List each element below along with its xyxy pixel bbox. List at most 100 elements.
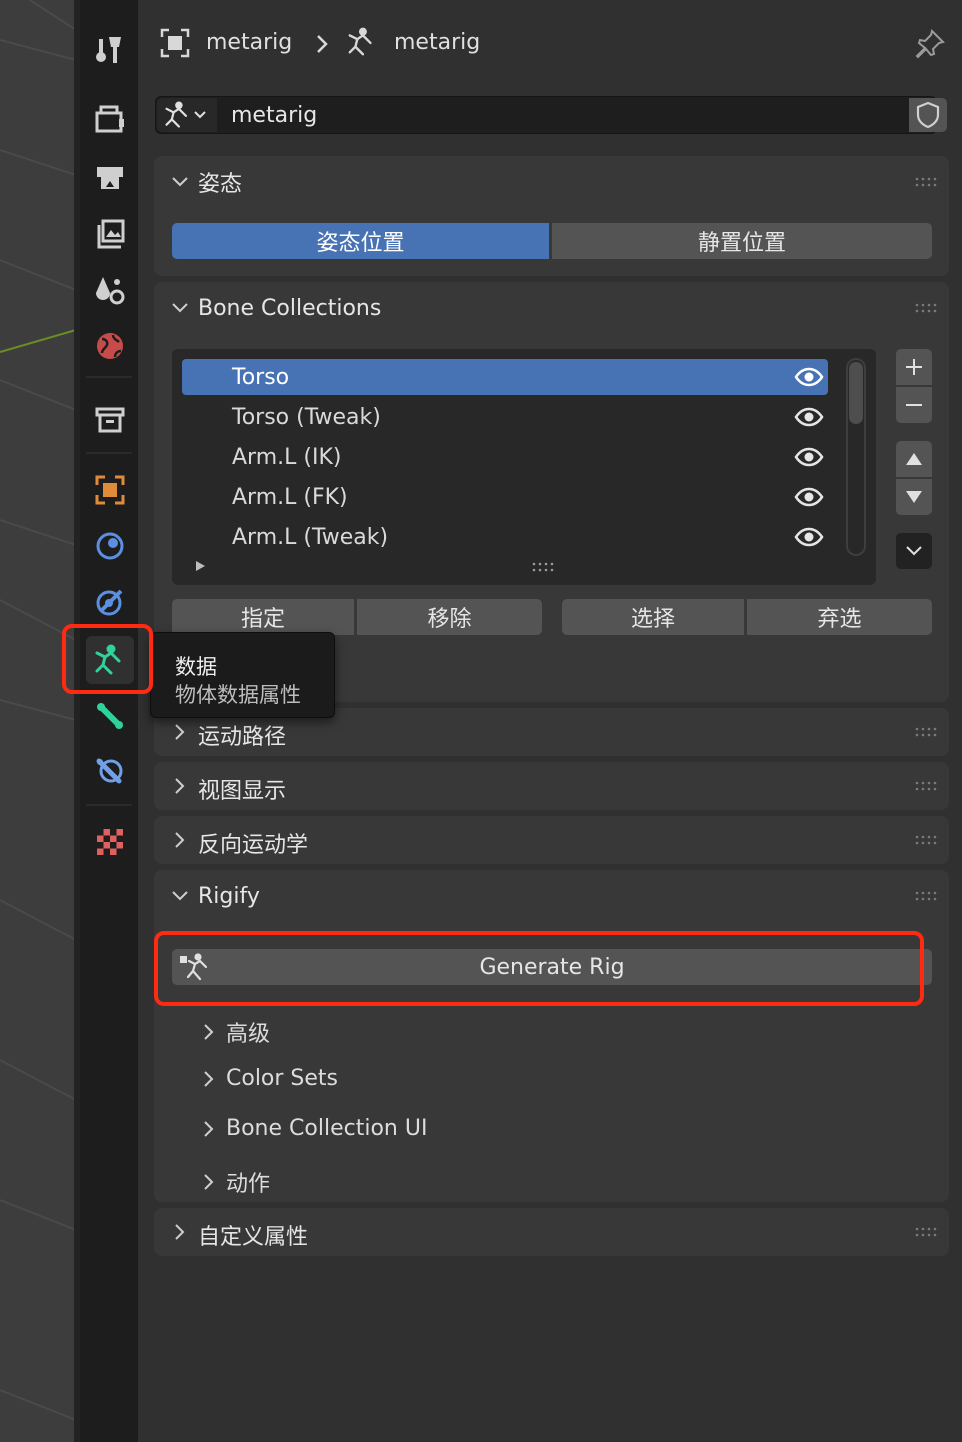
viewport-display-panel[interactable]: 视图显示: [154, 762, 949, 810]
drag-grip-icon[interactable]: [915, 834, 937, 846]
tab-world[interactable]: [86, 322, 134, 370]
rigify-color-sets-subpanel[interactable]: Color Sets: [200, 1066, 338, 1091]
tab-tooltip: 数据 物体数据属性: [150, 632, 335, 718]
tab-constraints[interactable]: [86, 578, 134, 626]
eye-visibility-icon[interactable]: [794, 525, 824, 549]
chevron-down-icon: [906, 546, 922, 556]
scene-icon: [96, 277, 125, 305]
armature-breadcrumb-icon: [348, 27, 372, 56]
pose-position-button[interactable]: 姿态位置: [172, 223, 549, 259]
assign-button[interactable]: 指定: [172, 599, 354, 635]
list-item[interactable]: Arm.L (Tweak): [182, 519, 828, 555]
object-square-icon: [95, 475, 125, 505]
chevron-right-icon: [204, 1024, 214, 1040]
list-scrollbar-thumb[interactable]: [849, 362, 863, 424]
add-bone-collection-button[interactable]: [896, 349, 932, 385]
tab-object-data[interactable]: [86, 636, 134, 684]
datablock-name-field[interactable]: [219, 98, 907, 132]
chevron-right-icon: [204, 1174, 214, 1190]
eye-visibility-icon[interactable]: [794, 445, 824, 469]
minus-icon: [906, 404, 922, 406]
bone-collection-name: Arm.L (FK): [232, 484, 348, 510]
eye-visibility-icon[interactable]: [794, 365, 824, 389]
tool-wrench-icon: [96, 37, 121, 63]
rigify-actions-subpanel[interactable]: 动作: [200, 1166, 270, 1198]
list-item[interactable]: Torso: [182, 359, 828, 395]
drag-grip-icon[interactable]: [915, 726, 937, 738]
tab-object[interactable]: [86, 466, 134, 514]
viewport-grid: [0, 0, 76, 1421]
drag-grip-icon[interactable]: [915, 780, 937, 792]
custom-properties-panel[interactable]: 自定义属性: [154, 1208, 949, 1256]
rigify-panel: Rigify: [154, 870, 949, 1202]
view-layer-images-icon: [97, 219, 125, 249]
tab-view-layer[interactable]: [86, 210, 134, 258]
tab-separator: [86, 804, 132, 806]
motion-paths-title: 运动路径: [198, 725, 287, 750]
fake-user-button[interactable]: [909, 98, 947, 132]
tab-bone-constraints[interactable]: [86, 748, 134, 796]
chevron-right-icon: [175, 778, 185, 794]
generate-rig-button[interactable]: Generate Rig: [172, 949, 932, 985]
move-up-button[interactable]: [896, 441, 932, 477]
tab-texture[interactable]: [86, 818, 134, 866]
pose-panel-header[interactable]: 姿态: [154, 156, 949, 208]
bone-collections-header[interactable]: Bone Collections: [154, 282, 949, 334]
bone-collection-name: Torso (Tweak): [232, 404, 381, 430]
move-down-button[interactable]: [896, 479, 932, 515]
tab-physics[interactable]: [86, 522, 134, 570]
bone-collection-name: Torso: [232, 364, 290, 390]
tab-tool[interactable]: [86, 26, 134, 74]
generate-armature-icon: [180, 953, 208, 981]
datablock-browse-button[interactable]: [157, 98, 217, 132]
tab-render[interactable]: [86, 96, 134, 144]
chevron-right-icon: [204, 1120, 214, 1137]
list-item[interactable]: Torso (Tweak): [182, 399, 828, 435]
list-resize-grip-icon[interactable]: [532, 561, 554, 573]
tab-scene[interactable]: [86, 266, 134, 314]
pin-icon[interactable]: [914, 28, 946, 60]
rigify-advanced-subpanel[interactable]: 高级: [200, 1016, 270, 1048]
drag-grip-icon[interactable]: [915, 890, 937, 902]
chevron-down-icon: [172, 303, 188, 313]
output-printer-icon: [97, 167, 123, 189]
specials-menu-button[interactable]: [896, 533, 932, 569]
world-globe-icon: [97, 333, 123, 359]
rigify-panel-header[interactable]: Rigify: [154, 870, 949, 922]
inverse-kinematics-panel[interactable]: 反向运动学: [154, 816, 949, 864]
drag-grip-icon[interactable]: [915, 1226, 937, 1238]
drag-grip-icon[interactable]: [915, 302, 937, 314]
tab-output[interactable]: [86, 154, 134, 202]
chevron-right-icon: [175, 1224, 185, 1240]
constraints-icon: [96, 589, 123, 616]
breadcrumb-chevron-icon: [317, 35, 328, 53]
chevron-down-icon: [172, 177, 188, 187]
texture-checker-icon: [97, 829, 123, 855]
deselect-button[interactable]: 弃选: [747, 599, 932, 635]
list-item[interactable]: Arm.L (FK): [182, 479, 828, 515]
inverse-kinematics-title: 反向运动学: [198, 833, 309, 858]
chevron-down-icon: [194, 111, 206, 119]
remove-bone-collection-button[interactable]: [896, 387, 932, 423]
bone-constraint-icon: [96, 758, 123, 784]
select-button[interactable]: 选择: [562, 599, 744, 635]
chevron-right-icon: [204, 1070, 214, 1087]
remove-button[interactable]: 移除: [357, 599, 542, 635]
armature-data-icon: [165, 101, 188, 128]
chevron-down-icon: [172, 891, 188, 901]
3d-viewport-edge[interactable]: [0, 0, 76, 1442]
eye-visibility-icon[interactable]: [794, 405, 824, 429]
filter-options-triangle-icon[interactable]: [193, 559, 207, 573]
rigify-bone-collection-ui-subpanel[interactable]: Bone Collection UI: [200, 1116, 427, 1141]
list-item[interactable]: Arm.L (IK): [182, 439, 828, 475]
tooltip-description: 物体数据属性: [175, 683, 301, 707]
drag-grip-icon[interactable]: [915, 176, 937, 188]
bone-collections-title: Bone Collections: [198, 295, 382, 321]
breadcrumb-object-name: metarig: [206, 30, 293, 55]
tab-separator: [86, 452, 132, 454]
tab-bone[interactable]: [86, 692, 134, 740]
tab-collection[interactable]: [86, 396, 134, 444]
bone-collection-name: Arm.L (IK): [232, 444, 342, 470]
eye-visibility-icon[interactable]: [794, 485, 824, 509]
rest-position-button[interactable]: 静置位置: [552, 223, 932, 259]
